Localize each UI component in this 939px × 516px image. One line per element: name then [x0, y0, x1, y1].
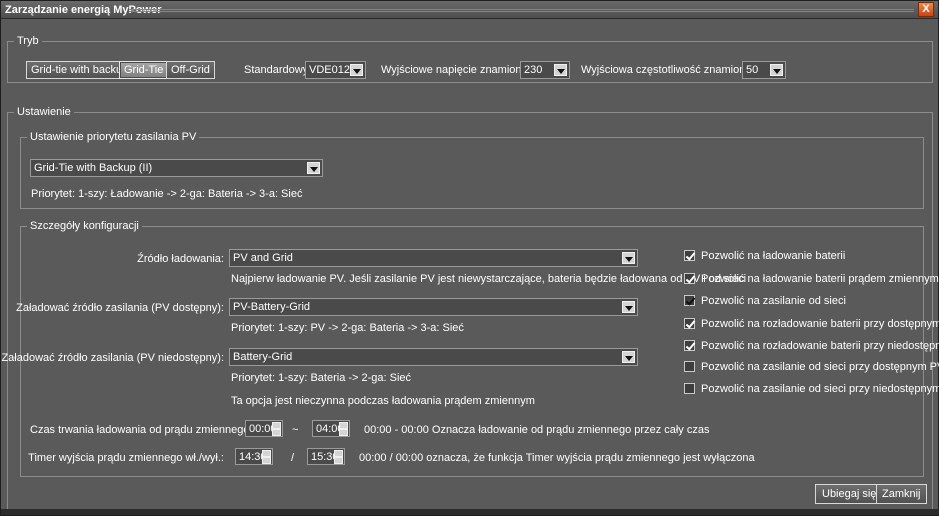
allow-ac-battery-charge-checkbox[interactable] [684, 273, 695, 284]
chevron-down-icon [622, 252, 635, 264]
permissions-checklist: Pozwolić na ładowanie baterii Pozwolić n… [684, 227, 939, 427]
allow-grid-supply-checkbox[interactable] [684, 295, 695, 306]
ac-output-timer-on[interactable]: 14:30 [235, 448, 273, 465]
load-pv-unavailable-label: Załadować źródło zasilania (PV niedostęp… [1, 352, 224, 364]
settings-group-legend: Ustawienie [14, 106, 74, 118]
checkbox-label: Pozwolić na rozładowanie baterii przy ni… [701, 340, 939, 352]
ac-output-timer-separator: / [291, 452, 295, 464]
close-window-button[interactable]: X [918, 2, 934, 17]
spin-up-icon[interactable] [334, 450, 343, 457]
charge-source-select[interactable]: PV and Grid [229, 249, 638, 267]
load-pv-available-select[interactable]: PV-Battery-Grid [229, 298, 638, 316]
config-details-legend: Szczegóły konfiguracji [27, 220, 142, 232]
ac-charge-note: 00:00 - 00:00 Oznacza ładowanie od prądu… [364, 424, 710, 436]
ac-charging-disabled-note: Ta opcja jest nieczynna podczas ładowani… [231, 395, 535, 407]
spin-down-icon[interactable] [272, 429, 281, 436]
ac-charge-end-time[interactable]: 04:00 [312, 420, 350, 437]
charge-source-note: Najpierw ładowanie PV. Jeśli zasilanie P… [231, 273, 747, 285]
checkbox-label: Pozwolić na rozładowanie baterii przy do… [701, 318, 939, 330]
load-pv-available-label: Załadować źródło zasilania (PV dostępny)… [16, 302, 224, 314]
title-bar[interactable]: Zarządzanie energią MyPower X [1, 1, 938, 19]
voltage-select[interactable]: 230 [520, 61, 570, 79]
chevron-down-icon [622, 301, 635, 313]
pv-priority-select-value: Grid-Tie with Backup (II) [34, 162, 153, 174]
ac-output-timer-label: Timer wyjścia prądu zmiennego wł./wył.: [28, 452, 224, 464]
frequency-select[interactable]: 50 [742, 61, 786, 79]
checkbox-label: Pozwolić na ładowanie baterii prądem zmi… [701, 273, 939, 285]
spin-down-icon[interactable] [339, 429, 348, 436]
spin-up-icon[interactable] [262, 450, 271, 457]
load-pv-unavailable-note: Priorytet: 1-szy: Bateria -> 2-ga: Sieć [231, 372, 412, 384]
energy-management-window: Zarządzanie energią MyPower X Tryb Grid-… [0, 0, 939, 516]
pv-priority-group: Ustawienie priorytetu zasilania PV Grid-… [20, 131, 924, 209]
close-button[interactable]: Zamknij [876, 484, 927, 504]
checkbox-label: Pozwolić na zasilanie od sieci przy nied… [701, 383, 939, 395]
standard-label: Standardowy: [244, 64, 312, 76]
load-pv-available-select-value: PV-Battery-Grid [233, 301, 311, 313]
spin-down-icon[interactable] [334, 457, 343, 464]
allow-battery-charge-checkbox[interactable] [684, 250, 695, 261]
allow-discharge-pv-available-checkbox[interactable] [684, 318, 695, 329]
voltage-select-value: 230 [524, 64, 543, 76]
ac-charge-start-time[interactable]: 00:00 [245, 420, 283, 437]
checkbox-label: Pozwolić na zasilanie od sieci przy dost… [701, 361, 939, 373]
mode-grid-tie-button[interactable]: Grid-Tie [119, 61, 169, 79]
standard-select[interactable]: VDE0126 [305, 61, 366, 79]
chevron-down-icon [307, 162, 320, 174]
chevron-down-icon [622, 351, 635, 363]
charge-source-label: Źródło ładowania: [137, 253, 224, 265]
ac-output-timer-note: 00:00 / 00:00 oznacza, że funkcja Timer … [359, 452, 755, 464]
allow-grid-supply-pv-unavailable-checkbox[interactable] [684, 383, 695, 394]
mode-group-legend: Tryb [14, 35, 42, 47]
mode-group: Tryb Grid-tie with backup Grid-Tie Off-G… [7, 35, 933, 83]
frequency-select-value: 50 [746, 64, 759, 76]
chevron-down-icon [770, 64, 783, 76]
chevron-down-icon [554, 64, 567, 76]
ac-charge-duration-label: Czas trwania ładowania od prądu zmienneg… [30, 424, 256, 436]
spin-up-icon[interactable] [272, 422, 281, 429]
settings-group: Ustawienie Ustawienie priorytetu zasilan… [1, 106, 939, 511]
pv-priority-description: Priorytet: 1-szy: Ładowanie -> 2-ga: Bat… [31, 188, 303, 200]
frequency-label: Wyjściowa częstotliwość znamionowa: [581, 64, 769, 76]
charge-source-select-value: PV and Grid [233, 252, 293, 264]
status-strip [1, 509, 939, 515]
checkbox-label: Pozwolić na ładowanie baterii [701, 250, 846, 262]
ac-output-timer-off[interactable]: 15:30 [307, 448, 345, 465]
allow-discharge-pv-unavailable-checkbox[interactable] [684, 340, 695, 351]
config-details-group: Szczegóły konfiguracji Źródło ładowania:… [1, 220, 939, 477]
apply-button[interactable]: Ubiegaj się [815, 484, 884, 504]
checkbox-label: Pozwolić na zasilanie od sieci [701, 295, 846, 307]
spin-down-icon[interactable] [262, 457, 271, 464]
mode-off-grid-button[interactable]: Off-Grid [166, 61, 215, 79]
spin-up-icon[interactable] [339, 422, 348, 429]
load-pv-unavailable-select[interactable]: Battery-Grid [229, 348, 638, 366]
chevron-down-icon [350, 64, 363, 76]
ac-charge-separator: ~ [292, 424, 299, 436]
mode-grid-tie-backup-button[interactable]: Grid-tie with backup [26, 61, 134, 79]
allow-grid-supply-pv-available-checkbox[interactable] [684, 361, 695, 372]
pv-priority-select[interactable]: Grid-Tie with Backup (II) [30, 159, 323, 177]
title-decoration [129, 9, 914, 12]
load-pv-available-note: Priorytet: 1-szy: PV -> 2-ga: Bateria ->… [231, 322, 464, 334]
load-pv-unavailable-select-value: Battery-Grid [233, 351, 293, 363]
pv-priority-legend: Ustawienie priorytetu zasilania PV [27, 131, 200, 143]
